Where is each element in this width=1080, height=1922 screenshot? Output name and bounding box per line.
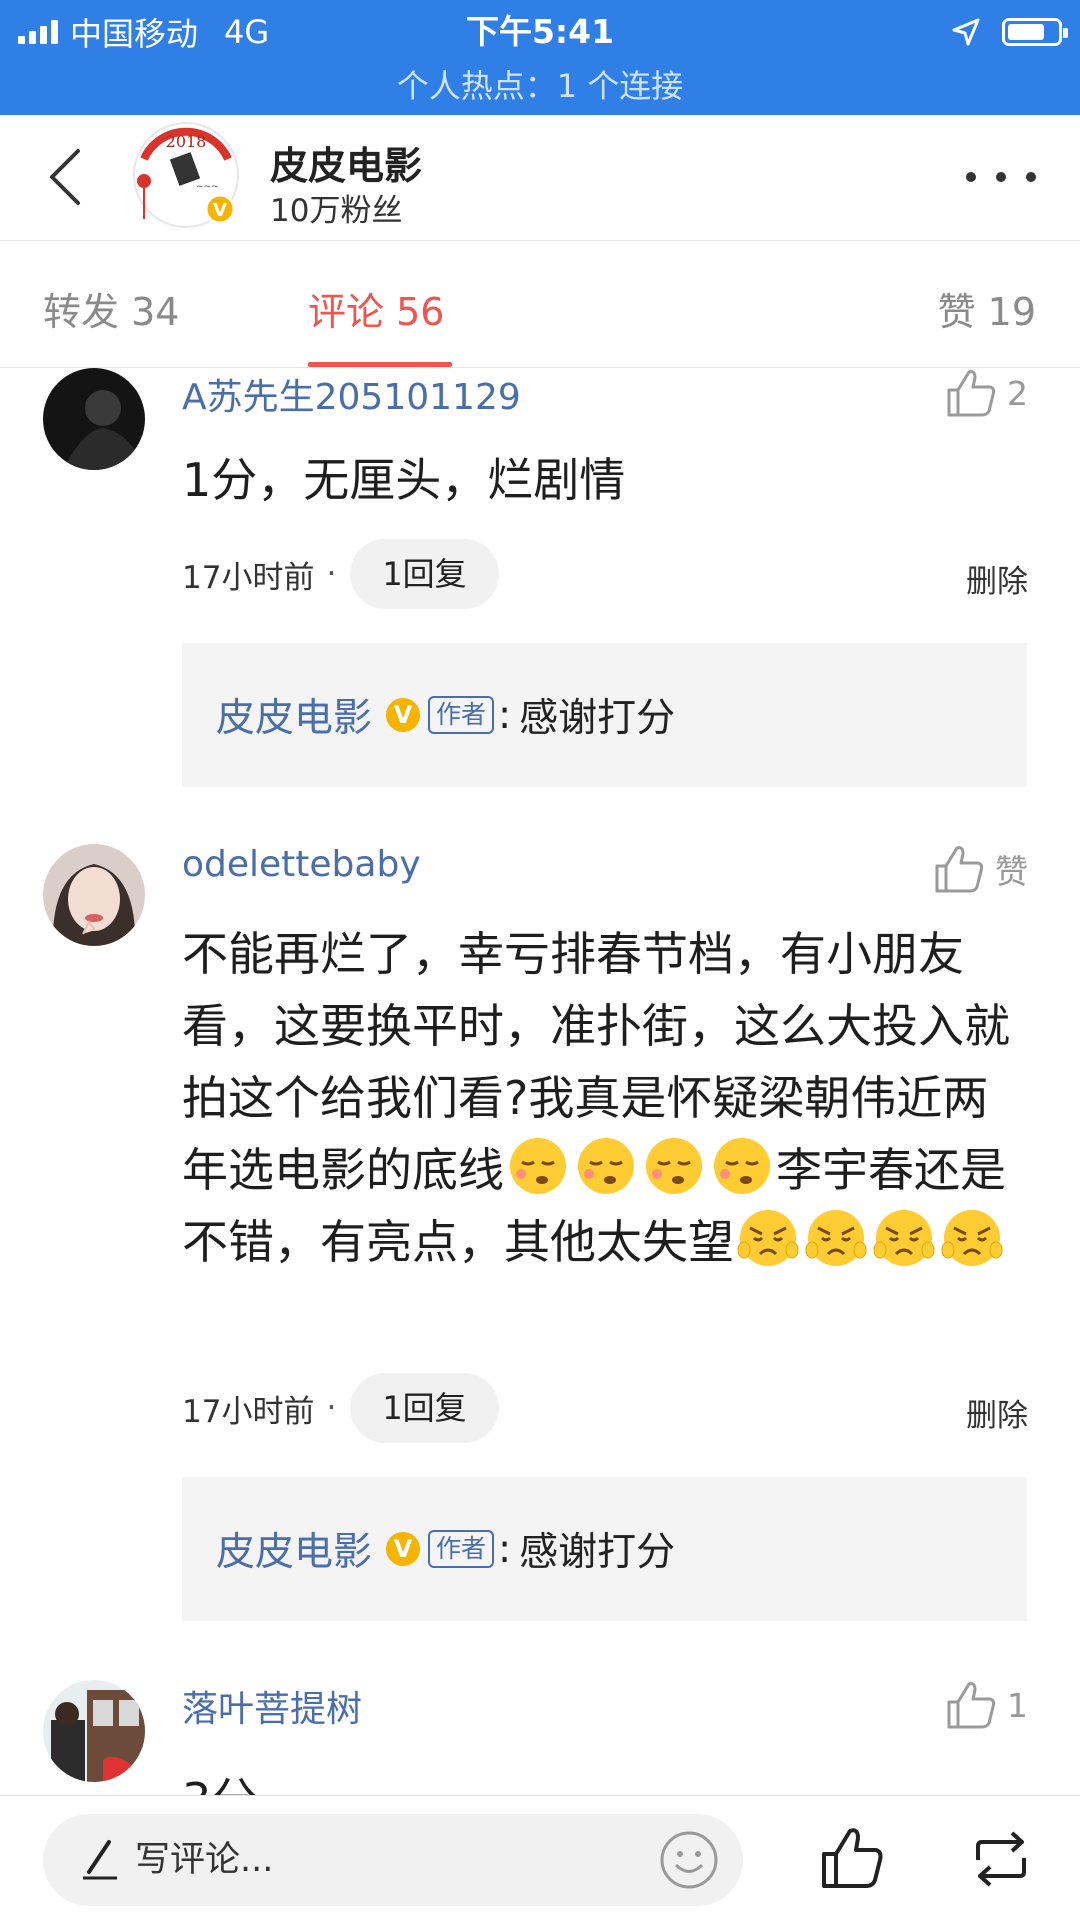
reply-text: 感谢打分 <box>519 696 676 741</box>
comment-meta: 17小时前 · 1回复 <box>182 539 499 609</box>
reply-colon: : <box>498 692 512 738</box>
battery-fill <box>1008 24 1044 40</box>
account-avatar[interactable]: 2018 ~~~ V <box>130 119 242 231</box>
comment-username[interactable]: 落叶菩提树 <box>182 1680 362 1732</box>
avatar[interactable] <box>43 1680 145 1782</box>
comment-text: 不能再烂了，幸亏排春节档，有小朋友看，这要换平时，准扑街，这么大投入就拍这个给我… <box>182 918 1032 1278</box>
huffing-emoji-icon <box>873 1210 935 1266</box>
sleepy-emoji-icon <box>646 1138 702 1194</box>
sleepy-emoji-icon <box>510 1138 566 1194</box>
reply-text: 感谢打分 <box>519 1530 676 1575</box>
comment-text: 1分，无厘头，烂剧情 <box>182 453 626 507</box>
reply-author[interactable]: 皮皮电影 <box>216 1521 372 1577</box>
comment-like-button[interactable]: 赞 <box>933 844 1028 894</box>
huffing-emoji-icon <box>941 1210 1003 1266</box>
back-arrow-icon[interactable] <box>44 147 104 207</box>
hotspot-banner[interactable]: 个人热点：1 个连接 <box>0 62 1080 110</box>
svg-text:~~~: ~~~ <box>196 182 219 192</box>
location-arrow-icon <box>952 18 980 46</box>
comment-like-button[interactable]: 2 <box>945 368 1028 418</box>
thumbs-up-icon <box>935 846 984 893</box>
comment-item: 落叶菩提树 1 3分 <box>0 1680 1080 1795</box>
thumbs-up-icon <box>947 1682 996 1729</box>
avatar[interactable] <box>43 368 145 470</box>
comment-text: 3分 <box>182 1764 1032 1795</box>
write-comment-placeholder: 写评论... <box>135 1840 274 1880</box>
status-time: 下午5:41 <box>465 12 615 51</box>
active-tab-indicator <box>308 362 452 367</box>
author-tag: 作者 <box>428 1530 495 1568</box>
comment-time: 17小时前 <box>182 1393 315 1430</box>
sleepy-emoji-icon <box>714 1138 770 1194</box>
reply-count-button[interactable]: 1回复 <box>350 1373 499 1443</box>
status-right <box>952 8 1068 56</box>
reply-colon: : <box>498 1526 512 1572</box>
thumbs-up-icon[interactable] <box>820 1826 884 1890</box>
huffing-emoji-icon <box>805 1210 867 1266</box>
meta-separator: · <box>326 1390 337 1426</box>
delete-button[interactable]: 删除 <box>966 1390 1028 1435</box>
tab-reposts[interactable]: 转发 34 <box>43 281 179 336</box>
account-title[interactable]: 皮皮电影 <box>270 135 422 190</box>
svg-text:V: V <box>213 200 227 221</box>
smiley-icon[interactable] <box>659 1830 719 1890</box>
tab-comments[interactable]: 评论 56 <box>308 281 444 336</box>
author-tag: 作者 <box>428 696 495 734</box>
comment-like-button[interactable]: 1 <box>945 1680 1028 1730</box>
nav-header: 2018 ~~~ V 皮皮电影 10万粉丝 <box>0 115 1080 241</box>
verified-badge-icon: V <box>386 1532 421 1566</box>
reply-preview[interactable]: 皮皮电影 V 作者 : 感谢打分 <box>182 1477 1027 1621</box>
status-bar: 中国移动 4G 下午5:41 个人热点：1 个连接 <box>0 0 1080 115</box>
comment-username[interactable]: odelettebaby <box>182 844 421 885</box>
reply-author[interactable]: 皮皮电影 <box>216 687 372 743</box>
bottom-action-bar: 写评论... <box>0 1795 1080 1922</box>
comment-time: 17小时前 <box>182 559 315 596</box>
pen-icon <box>83 1840 117 1880</box>
like-count: 2 <box>1007 373 1028 413</box>
svg-text:2018: 2018 <box>166 132 207 151</box>
reply-preview[interactable]: 皮皮电影 V 作者 : 感谢打分 <box>182 643 1027 787</box>
avatar[interactable] <box>43 844 145 946</box>
repost-icon[interactable] <box>970 1830 1032 1888</box>
like-label: 赞 <box>995 852 1028 891</box>
like-count: 1 <box>1007 1685 1028 1725</box>
thumbs-up-icon <box>947 370 996 417</box>
reply-count-button[interactable]: 1回复 <box>350 539 499 609</box>
delete-button[interactable]: 删除 <box>966 556 1028 601</box>
follower-count: 10万粉丝 <box>270 193 403 229</box>
meta-separator: · <box>326 556 337 592</box>
comment-meta: 17小时前 · 1回复 <box>182 1373 499 1443</box>
verified-badge-icon: V <box>386 698 421 732</box>
huffing-emoji-icon <box>737 1210 799 1266</box>
more-dots-icon[interactable] <box>966 165 1036 189</box>
tab-likes[interactable]: 赞 19 <box>938 281 1036 336</box>
comment-username[interactable]: A苏先生205101129 <box>182 368 521 420</box>
battery-icon <box>1002 18 1068 46</box>
sleepy-emoji-icon <box>578 1138 634 1194</box>
tab-bar: 转发 34 评论 56 赞 19 <box>0 241 1080 368</box>
write-comment-input[interactable]: 写评论... <box>43 1814 743 1906</box>
